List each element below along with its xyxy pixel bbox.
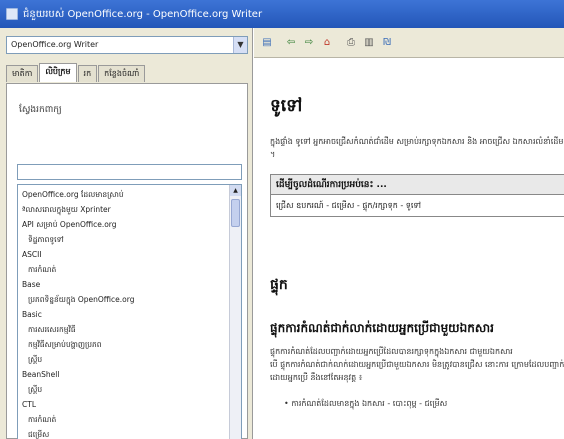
list-item[interactable]: កម្មវិធីសម្រាប់បង្ហាញប្រភព [28, 340, 102, 351]
list-item[interactable]: ការកំណត់ [28, 265, 56, 276]
list-item[interactable]: API សម្រាប់ OpenOffice.org [22, 220, 117, 231]
list-item[interactable]: ប្រភពទិន្នន័យក្នុង OpenOffice.org [28, 295, 134, 306]
tab-index[interactable]: លិបិក្រម [39, 63, 77, 82]
help-toolbar: ▤ ⇦ ⇨ ⌂ ⎙ ▥ ₪ [254, 28, 564, 58]
list-item[interactable]: ASCII [22, 250, 42, 259]
subsection-title: ផ្ទុកការកំណត់ជាក់លាក់ដោយអ្នកប្រើជាមួយឯកស… [270, 321, 494, 335]
forward-icon[interactable]: ⇨ [302, 36, 316, 50]
section-title: ផ្ទុក [270, 277, 288, 293]
help-content: ទូទៅ ក្នុងផ្ទាំង ទូទៅ អ្នកអាចជ្រើសកំណត់ជ… [254, 58, 564, 439]
intro-paragraph: ក្នុងផ្ទាំង ទូទៅ អ្នកអាចជ្រើសកំណត់ជាំដើម… [270, 137, 564, 159]
list-item[interactable]: Base [22, 280, 40, 289]
find-icon[interactable]: ₪ [380, 36, 394, 50]
scroll-up-icon[interactable]: ▲ [230, 185, 241, 196]
page-title: ទូទៅ [270, 96, 303, 116]
howto-path: ជ្រើស ឧបករណ៍ - ជម្រើស - ផ្ទុក/រក្សាទុក -… [276, 201, 421, 210]
tab-contents[interactable]: មាតិកា [6, 65, 39, 82]
list-item[interactable]: ទិដ្ឋភាពទូទៅ [28, 235, 64, 246]
chevron-down-icon[interactable]: ▼ [233, 37, 247, 53]
list-item[interactable]: ការកំណត់ [28, 415, 56, 426]
howto-header: ដើម្បីចូលដំណើរការប្រអប់នេះ ... [271, 175, 564, 195]
panel-toggle-icon[interactable]: ▤ [260, 36, 274, 50]
back-icon[interactable]: ⇦ [284, 36, 298, 50]
module-select-value: OpenOffice.org Writer [11, 40, 99, 49]
paragraph: ផ្ទុកការកំណត់ដែលបញ្ជាក់ដោយអ្នកប្រើដែលបាន… [270, 347, 513, 356]
search-label: ស្វែងរកពាក្យ [19, 105, 62, 115]
tab-bookmarks[interactable]: កន្លែងចំណាំ [98, 65, 146, 82]
howto-box: ដើម្បីចូលដំណើរការប្រអប់នេះ ... ជ្រើស ឧបក… [270, 174, 564, 217]
paragraph: បើ ផ្ទុកការកំណត់ជាក់លាក់ដោយអ្នកប្រើជាមួយ… [270, 360, 564, 382]
index-list: OpenOffice.org ដែលមានស្រាប់ ªលាសរោលក្នុង… [17, 184, 242, 439]
index-scrollbar[interactable]: ▲ [229, 185, 241, 439]
scroll-thumb[interactable] [231, 199, 240, 227]
list-item[interactable]: OpenOffice.org ដែលមានស្រាប់ [22, 190, 124, 201]
title-bar: ជំនួយរបស់ OpenOffice.org - OpenOffice.or… [0, 0, 564, 28]
search-input[interactable] [17, 164, 242, 180]
window-title: ជំនួយរបស់ OpenOffice.org - OpenOffice.or… [23, 8, 263, 20]
list-item[interactable]: ស្គ្រីប [28, 355, 42, 366]
home-icon[interactable]: ⌂ [320, 36, 334, 50]
app-icon [6, 8, 18, 20]
list-item: • ការកំណត់ដែលមានក្នុង ឯកសារ - បោះពុម្ព -… [284, 399, 448, 408]
list-item[interactable]: ស្គ្រីប [28, 385, 42, 396]
nav-tabs: មាតិកា លិបិក្រម រក កន្លែងចំណាំ [6, 63, 146, 83]
module-select[interactable]: OpenOffice.org Writer ▼ [6, 36, 248, 54]
navigation-pane: OpenOffice.org Writer ▼ មាតិកា លិបិក្រម … [0, 28, 253, 439]
bookmark-icon[interactable]: ▥ [362, 36, 376, 50]
tab-find[interactable]: រក [77, 65, 98, 82]
list-item[interactable]: ªលាសរោលក្នុងមួយ Xprinter [22, 205, 111, 216]
list-item[interactable]: ជម្រើស [28, 430, 49, 439]
index-panel: ស្វែងរកពាក្យ OpenOffice.org ដែលមានស្រាប់… [6, 83, 248, 439]
list-item[interactable]: CTL [22, 400, 36, 409]
bullet-text: ការកំណត់ដែលមានក្នុង ឯកសារ - បោះពុម្ព - ជ… [291, 399, 448, 408]
print-icon[interactable]: ⎙ [344, 36, 358, 50]
list-item[interactable]: BeanShell [22, 370, 59, 379]
list-item[interactable]: Basic [22, 310, 42, 319]
list-item[interactable]: ការសរសេរកម្មវិធី [28, 325, 76, 336]
